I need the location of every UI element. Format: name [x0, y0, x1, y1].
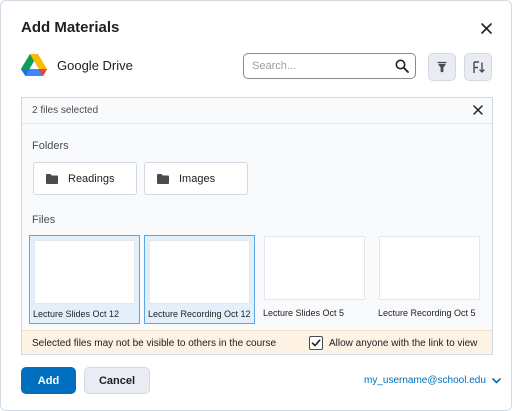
allow-link-checkbox[interactable] [309, 336, 323, 350]
warning-text: Selected files may not be visible to oth… [32, 338, 277, 349]
folder-label: Readings [68, 172, 115, 185]
close-dialog-button[interactable] [477, 19, 495, 37]
sort-icon [472, 60, 485, 73]
sort-button[interactable] [464, 53, 492, 81]
file-browser-panel: 2 files selected Folders Readings Images… [21, 97, 493, 355]
file-tile[interactable]: Lecture Slides Oct 5 [260, 235, 371, 324]
file-name: Lecture Recording Oct 12 [148, 309, 251, 319]
filter-icon [437, 61, 447, 73]
folder-images[interactable]: Images [144, 162, 248, 195]
visibility-warning: Selected files may not be visible to oth… [22, 330, 492, 354]
dialog-title: Add Materials [21, 19, 120, 36]
selection-count: 2 files selected [32, 105, 99, 116]
clear-selection-icon[interactable] [472, 104, 484, 116]
file-name: Lecture Slides Oct 12 [33, 309, 120, 319]
file-tile[interactable]: Lecture Recording Oct 5 [375, 235, 486, 324]
selection-bar: 2 files selected [22, 98, 492, 124]
file-name: Lecture Recording Oct 5 [378, 308, 476, 318]
file-tile[interactable]: Lecture Recording Oct 12 [144, 235, 255, 324]
file-thumbnail [379, 236, 480, 300]
folder-icon [46, 173, 58, 184]
add-materials-dialog: Add Materials Google Drive Search... 2 f… [0, 0, 512, 411]
chevron-down-icon [492, 377, 501, 383]
folder-label: Images [179, 172, 216, 185]
close-icon [480, 22, 492, 34]
folder-icon [157, 173, 169, 184]
file-name: Lecture Slides Oct 5 [263, 308, 345, 318]
file-thumbnail [34, 240, 135, 304]
files-heading: Files [32, 214, 56, 226]
google-drive-icon [21, 54, 47, 76]
cancel-button[interactable]: Cancel [84, 367, 150, 394]
search-input[interactable] [244, 54, 384, 78]
add-button[interactable]: Add [21, 367, 76, 394]
account-email: my_username@school.edu [364, 375, 486, 386]
search-box [243, 53, 416, 79]
file-tile[interactable]: Lecture Slides Oct 12 [29, 235, 140, 324]
provider-name: Google Drive [57, 58, 133, 73]
checkmark-icon [311, 339, 321, 347]
file-thumbnail [149, 240, 250, 304]
folders-heading: Folders [32, 140, 69, 152]
filter-button[interactable] [428, 53, 456, 81]
search-icon[interactable] [395, 59, 409, 73]
allow-link-label[interactable]: Allow anyone with the link to view [329, 338, 477, 349]
account-switcher[interactable]: my_username@school.edu [364, 375, 501, 386]
file-thumbnail [264, 236, 365, 300]
provider-header: Google Drive [21, 54, 133, 77]
folder-readings[interactable]: Readings [33, 162, 137, 195]
